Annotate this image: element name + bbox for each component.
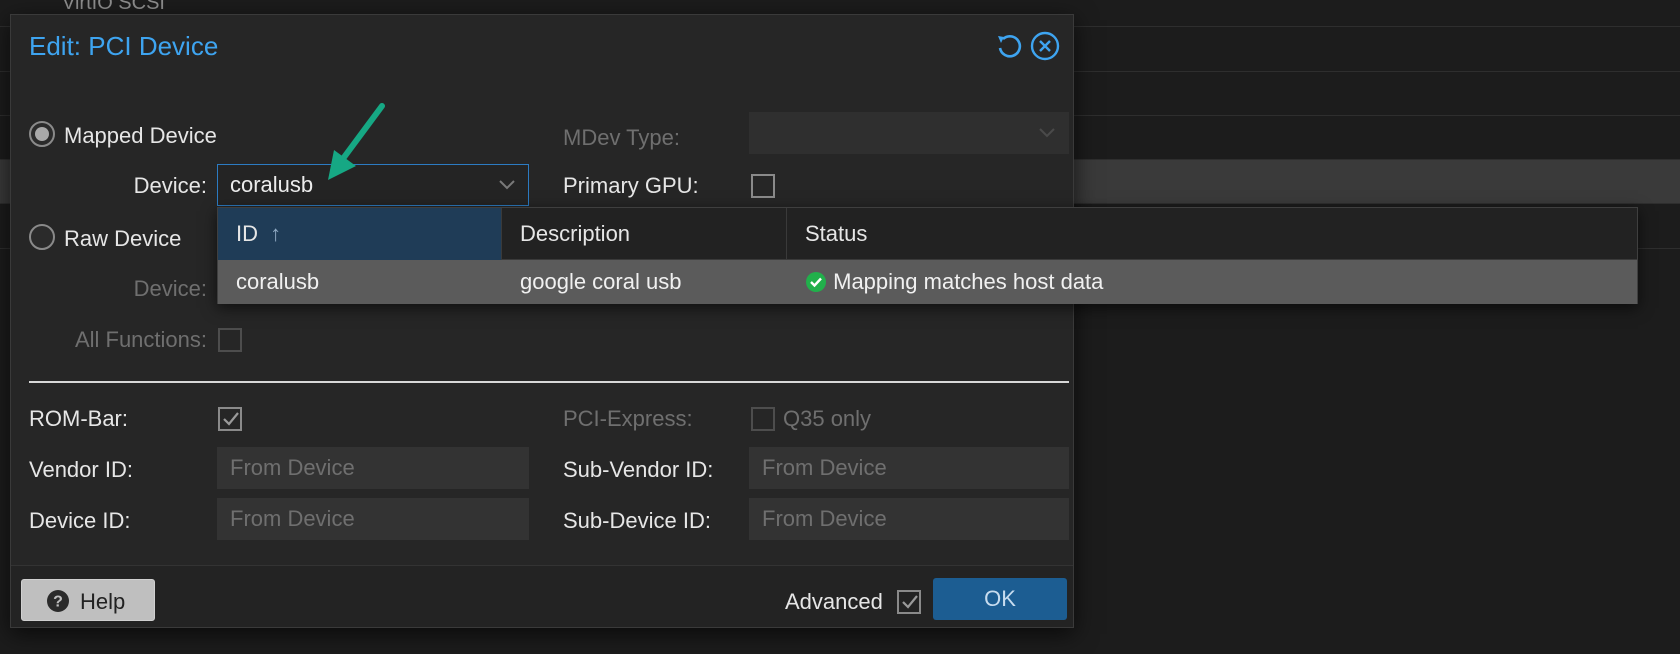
sub-vendor-id-placeholder: From Device [762, 455, 887, 480]
all-functions-label: All Functions: [74, 327, 207, 352]
column-header-id-label: ID [236, 221, 258, 246]
check-circle-icon [806, 272, 826, 292]
row-status-cell: Mapping matches host data [787, 260, 1103, 304]
help-button-label: Help [80, 589, 126, 614]
checkmark-icon [223, 412, 239, 426]
device-select-value: coralusb [230, 172, 314, 197]
dialog-title: Edit: PCI Device [29, 31, 219, 61]
device-picker-grid: ID ↑ Description Status coralusb google … [217, 207, 1638, 304]
mdev-type-select [749, 112, 1069, 154]
raw-device-field-label: Device: [133, 276, 207, 301]
question-icon: ? [47, 590, 69, 612]
row-description-cell: google coral usb [520, 269, 682, 294]
edit-pci-device-dialog: Edit: PCI Device Mapped Device Device: c… [10, 14, 1074, 628]
table-row[interactable]: coralusb google coral usb Mapping matche… [218, 260, 1637, 304]
row-id-cell: coralusb [236, 269, 320, 294]
primary-gpu-checkbox[interactable] [751, 174, 775, 198]
primary-gpu-label: Primary GPU: [563, 173, 699, 198]
column-header-id[interactable]: ID ↑ [218, 208, 502, 260]
device-label: Device: [133, 173, 207, 198]
mapped-device-label: Mapped Device [64, 123, 217, 148]
grid-header: ID ↑ Description Status [218, 208, 1637, 260]
rom-bar-label: ROM-Bar: [29, 406, 128, 431]
pci-express-label: PCI-Express: [563, 406, 693, 431]
column-header-status[interactable]: Status [787, 208, 1637, 260]
raw-device-radio[interactable] [29, 224, 55, 250]
vendor-id-label: Vendor ID: [29, 457, 133, 482]
vendor-id-placeholder: From Device [230, 455, 355, 480]
sub-device-id-placeholder: From Device [762, 506, 887, 531]
q35-only-label: Q35 only [783, 406, 872, 431]
column-header-description-label: Description [520, 221, 631, 246]
sub-vendor-id-label: Sub-Vendor ID: [563, 457, 714, 482]
checkmark-icon [902, 595, 918, 609]
raw-device-label: Raw Device [64, 226, 182, 251]
device-id-input[interactable]: From Device [217, 498, 529, 540]
advanced-label: Advanced [785, 589, 883, 614]
svg-text:?: ? [53, 594, 63, 611]
device-id-placeholder: From Device [230, 506, 355, 531]
close-icon[interactable] [1030, 31, 1060, 61]
annotation-arrow-icon [328, 103, 385, 180]
pci-express-checkbox[interactable] [751, 407, 775, 431]
sub-device-id-input[interactable]: From Device [749, 498, 1069, 540]
help-button[interactable]: ? Help [21, 579, 155, 621]
chevron-down-icon [1038, 113, 1056, 166]
sub-vendor-id-input[interactable]: From Device [749, 447, 1069, 489]
all-functions-checkbox[interactable] [218, 328, 242, 352]
background-row-text: VirtIO SCSI [62, 0, 165, 14]
column-header-description[interactable]: Description [502, 208, 787, 260]
column-header-status-label: Status [805, 221, 868, 246]
ok-button[interactable]: OK [933, 578, 1067, 620]
rom-bar-checkbox[interactable] [218, 407, 242, 431]
device-id-label: Device ID: [29, 508, 131, 533]
sort-asc-icon: ↑ [270, 221, 282, 246]
sub-device-id-label: Sub-Device ID: [563, 508, 711, 533]
mapped-device-radio[interactable] [29, 121, 55, 147]
mdev-type-label: MDev Type: [563, 125, 680, 150]
section-separator [29, 381, 1069, 383]
reset-icon[interactable] [994, 31, 1024, 61]
advanced-checkbox[interactable] [897, 590, 921, 614]
vendor-id-input[interactable]: From Device [217, 447, 529, 489]
row-status-text: Mapping matches host data [833, 269, 1104, 294]
